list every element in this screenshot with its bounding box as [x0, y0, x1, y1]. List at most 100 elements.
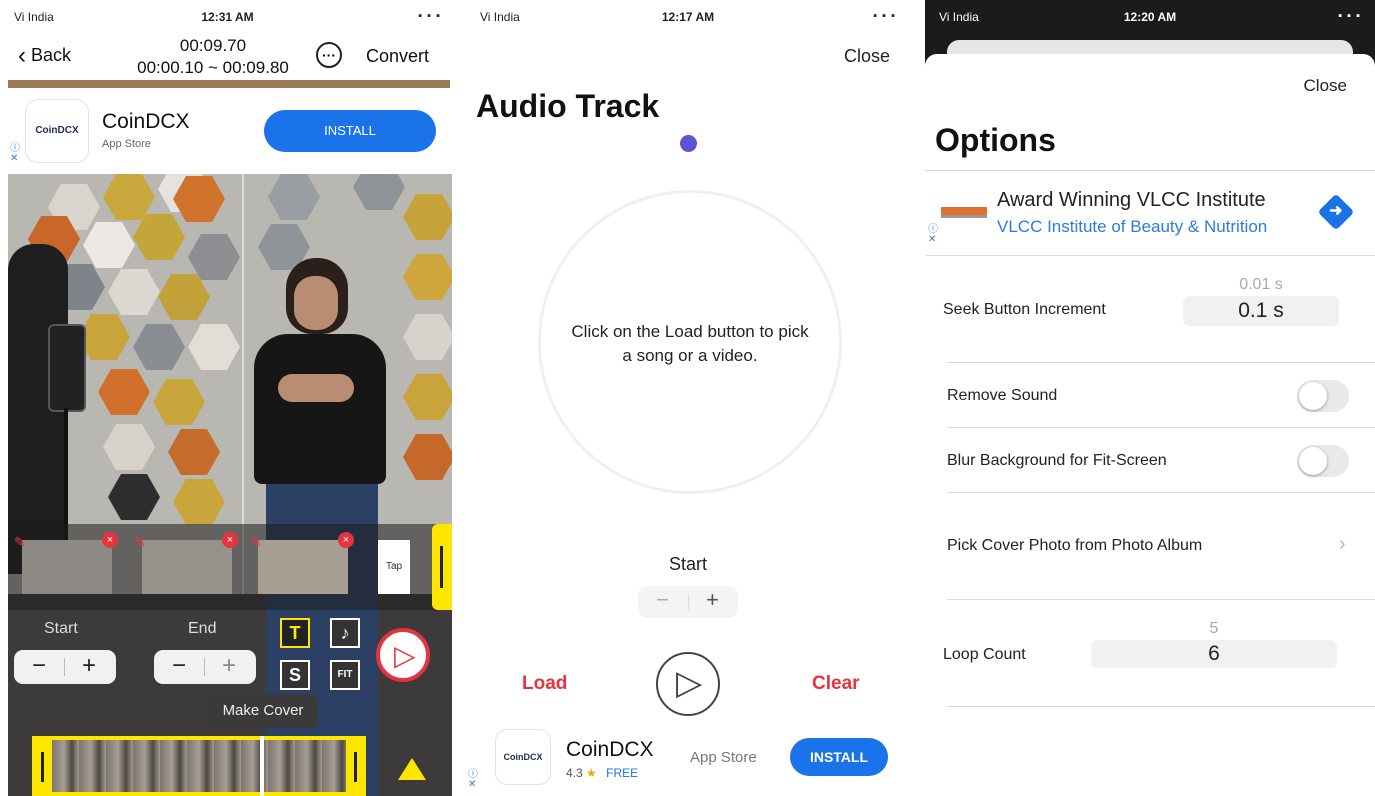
clock: 12:17 AM [661, 10, 715, 24]
handle-grip [440, 546, 443, 588]
clip-thumbnail[interactable]: ✎ × [134, 532, 238, 594]
battery-icon: ▪ ▪ ▪ [1338, 10, 1361, 22]
row-divider [947, 706, 1375, 707]
decrement-button[interactable]: − [32, 652, 46, 680]
page-title: Options [935, 122, 1056, 158]
hex-tile [158, 274, 210, 320]
back-label: Back [31, 45, 72, 65]
ad-subtitle: App Store [102, 138, 151, 150]
loop-prev-value: 5 [1209, 620, 1219, 637]
row-divider [947, 599, 1375, 600]
increment-button[interactable]: + [706, 587, 719, 613]
convert-button[interactable]: Convert [366, 46, 429, 67]
edit-icon[interactable]: ✎ [14, 534, 26, 551]
pick-cover-photo-row[interactable]: Pick Cover Photo from Photo Album › [925, 493, 1375, 599]
blur-background-toggle[interactable] [1297, 445, 1349, 477]
remove-sound-label: Remove Sound [947, 387, 1058, 404]
hex-tile [403, 314, 452, 360]
increment-button[interactable]: + [82, 652, 96, 680]
phone-on-tripod [48, 324, 86, 412]
clear-button[interactable]: Clear [812, 673, 860, 695]
status-bar: Vi India 12:31 AM ▪ ▪ ▪ [0, 0, 455, 30]
pick-cover-photo-label: Pick Cover Photo from Photo Album [947, 537, 1203, 554]
delete-clip-icon[interactable]: × [222, 532, 238, 548]
ad-banner[interactable]: CoinDCX CoinDCX App Store INSTALL ⓘ ✕ [8, 88, 452, 174]
ad-subtitle: VLCC Institute of Beauty & Nutrition [997, 217, 1268, 236]
ad-logo [941, 207, 987, 218]
make-cover-button[interactable]: Make Cover [208, 694, 318, 728]
more-options-icon[interactable]: ··· [316, 42, 342, 68]
start-label: Start [44, 620, 78, 637]
ad-title: CoinDCX [566, 738, 654, 761]
stepper-divider [64, 658, 65, 676]
delete-clip-icon[interactable]: × [102, 532, 118, 548]
chevron-left-icon: ‹ [18, 42, 26, 69]
play-button[interactable]: ▷ [376, 628, 430, 682]
blur-background-label: Blur Background for Fit-Screen [947, 452, 1167, 469]
decrement-button[interactable]: − [172, 652, 186, 680]
chevron-right-icon: › [1339, 533, 1346, 555]
ad-info-icon[interactable]: ⓘ ✕ [928, 225, 938, 245]
text-tool-icon[interactable]: T [280, 618, 310, 648]
audio-track-screen: Vi India 12:17 AM ▪ ▪ ▪ Close Audio Trac… [466, 0, 910, 796]
row-divider [947, 427, 1375, 428]
hex-tile [188, 324, 240, 370]
delete-clip-icon[interactable]: × [338, 532, 354, 548]
close-button[interactable]: Close [1304, 76, 1347, 96]
hex-tile [108, 269, 160, 315]
fit-tool-icon[interactable]: FIT [330, 660, 360, 690]
hex-tile [403, 434, 452, 480]
play-button[interactable]: ▷ [656, 652, 720, 716]
arrow-right-icon: ➜ [1329, 202, 1343, 220]
start-stepper[interactable]: − + [638, 586, 738, 618]
end-stepper[interactable]: − + [154, 650, 256, 684]
edit-icon[interactable]: ✎ [250, 534, 262, 551]
ad-info-icon[interactable]: ⓘ ✕ [468, 770, 478, 790]
ad-install-button[interactable]: INSTALL [264, 110, 436, 152]
increment-button[interactable]: + [222, 652, 236, 680]
trim-handle-left[interactable] [41, 752, 44, 782]
ad-price: FREE [606, 766, 639, 780]
back-button[interactable]: ‹ Back [18, 42, 71, 70]
clip-strip-handle[interactable] [432, 524, 452, 610]
hex-tile [353, 174, 405, 210]
trim-handle-right[interactable] [354, 752, 357, 782]
ad-row[interactable]: Award Winning VLCC Institute VLCC Instit… [925, 171, 1375, 255]
hex-tile [98, 369, 150, 415]
options-screen: Vi India 12:20 AM ▪ ▪ ▪ Close Options Aw… [925, 0, 1375, 796]
decrement-button[interactable]: − [656, 587, 669, 613]
load-button[interactable]: Load [522, 673, 567, 695]
ad-app-logo: CoinDCX [496, 730, 550, 784]
seek-increment-picker[interactable]: 0.1 s [1183, 296, 1339, 326]
sticker-tool-icon[interactable]: S [280, 660, 310, 690]
expand-triangle-icon[interactable] [398, 758, 426, 780]
hex-tile [173, 479, 225, 525]
edit-icon[interactable]: ✎ [134, 534, 146, 551]
remove-sound-toggle[interactable] [1297, 380, 1349, 412]
close-button[interactable]: Close [844, 46, 890, 67]
hex-tile [403, 374, 452, 420]
ad-store: App Store [690, 749, 757, 766]
start-stepper[interactable]: − + [14, 650, 116, 684]
seek-increment-label: Seek Button Increment [943, 301, 1106, 318]
ad-install-button[interactable]: INSTALL [790, 738, 888, 776]
ad-banner[interactable]: CoinDCX CoinDCX 4.3 ★ FREE App Store INS… [466, 722, 910, 796]
ad-divider [925, 255, 1375, 256]
seek-value: 0.1 s [1238, 299, 1284, 322]
person-face [294, 276, 338, 330]
filmstrip[interactable] [32, 736, 366, 796]
loop-count-label: Loop Count [943, 646, 1026, 663]
ad-info-icon[interactable]: ⓘ ✕ [10, 144, 20, 164]
loop-count-picker[interactable]: 6 [1091, 640, 1337, 668]
page-title: Audio Track [476, 88, 660, 124]
music-tool-icon[interactable]: ♪ [330, 618, 360, 648]
directions-icon[interactable]: ➜ [1317, 193, 1355, 231]
ad-app-logo: CoinDCX [26, 100, 88, 162]
ad-rating: 4.3 ★ FREE [566, 766, 638, 780]
video-editor-screen: Vi India 12:31 AM ▪ ▪ ▪ ‹ Back 00:09.70 … [0, 0, 455, 796]
clip-thumbnail[interactable]: ✎ × [14, 532, 118, 594]
add-clip-tile[interactable]: Tap [378, 540, 410, 594]
playhead[interactable] [260, 736, 264, 796]
clip-thumbnail[interactable]: ✎ × [250, 532, 354, 594]
seek-prev-value: 0.01 s [1239, 276, 1283, 293]
